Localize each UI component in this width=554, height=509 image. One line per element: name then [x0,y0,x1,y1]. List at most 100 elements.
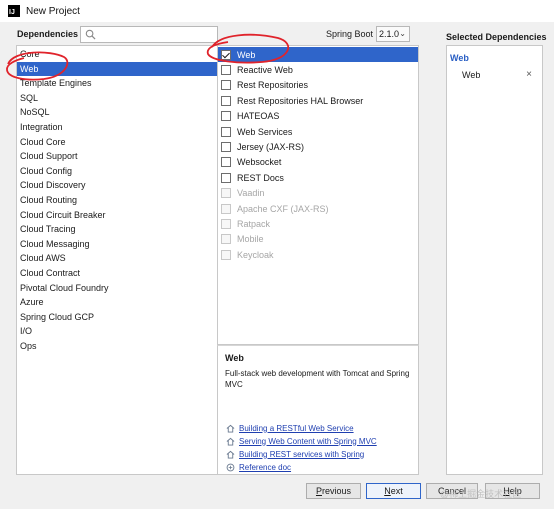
dependency-item[interactable]: Websocket [218,155,418,170]
previous-button-label: Previous [315,486,352,496]
watermark: @稀土掘金技术社区 [440,489,522,499]
category-item[interactable]: Spring Cloud GCP [17,310,218,325]
dependency-checkbox[interactable] [221,111,231,122]
category-item[interactable]: Cloud Core [17,135,218,150]
selected-dependency-item: Web [462,70,481,80]
dependency-item[interactable]: Reactive Web [218,62,418,77]
selected-dependencies-title: Selected Dependencies [446,32,547,42]
dependency-label: Web Services [237,126,293,137]
dependency-item: Keycloak [218,247,418,262]
category-list[interactable]: Core Web Template Engines SQL NoSQL Integrati… [16,45,219,475]
dependency-label: Jersey (JAX-RS) [237,142,305,153]
dependency-checkbox [221,219,231,230]
guide-link-row[interactable]: Building REST services with Spring [226,448,364,460]
category-item[interactable]: Core [17,47,218,62]
dependency-item[interactable]: REST Docs [218,170,418,185]
guide-icon [226,437,235,446]
category-item[interactable]: I/O [17,324,218,339]
title-bar: IJ New Project [0,0,554,22]
guide-link[interactable]: Serving Web Content with Spring MVC [239,437,377,446]
dependency-checkbox[interactable] [221,172,231,183]
dependency-label: Rest Repositories [237,80,309,91]
guide-link-row[interactable]: Serving Web Content with Spring MVC [226,435,377,447]
dependency-checkbox[interactable] [221,80,231,91]
category-item[interactable]: Cloud Discovery [17,178,218,193]
category-item[interactable]: Cloud Circuit Breaker [17,208,218,223]
dependency-label: Web [237,49,256,60]
category-item[interactable]: Ops [17,339,218,354]
dependency-item: Vaadin [218,186,418,201]
dependency-checkbox[interactable] [221,65,231,76]
category-item[interactable]: Cloud Config [17,164,218,179]
reference-link-row[interactable]: Reference doc [226,461,291,473]
description-text: Full-stack web development with Tomcat a… [225,369,410,389]
dependency-label: Vaadin [237,188,265,199]
category-item[interactable]: SQL [17,91,218,106]
dependency-label: Apache CXF (JAX-RS) [237,203,329,214]
category-item[interactable]: Cloud Tracing [17,222,218,237]
search-input[interactable] [80,26,218,43]
spring-boot-version-select[interactable]: 2.1.0 ⌄ [376,26,410,42]
category-item[interactable]: Cloud Support [17,149,218,164]
dependency-item[interactable]: Web [218,47,418,63]
previous-button[interactable]: Previous [306,483,361,499]
reference-link[interactable]: Reference doc [239,463,291,472]
dependency-item: Mobile [218,232,418,247]
guide-link-row[interactable]: Building a RESTful Web Service [226,422,354,434]
category-item[interactable]: NoSQL [17,105,218,120]
window-title: New Project [26,5,80,17]
dependency-item[interactable]: Rest Repositories [218,78,418,93]
selected-group-title: Web [450,53,469,63]
guide-link[interactable]: Building REST services with Spring [239,450,364,459]
dependency-checkbox [221,249,231,260]
category-item[interactable]: Azure [17,295,218,310]
next-button-label: Next [384,486,403,496]
dependency-label: Ratpack [237,219,271,230]
intellij-logo-icon: IJ [8,5,20,17]
dependency-item[interactable]: HATEOAS [218,109,418,124]
category-item[interactable]: Web [17,61,218,77]
dependency-label: Websocket [237,157,282,168]
category-item[interactable]: Cloud Messaging [17,237,218,252]
next-button[interactable]: Next [366,483,421,499]
spring-boot-version-value: 2.1.0 [379,29,400,39]
dependency-list[interactable]: Web Reactive Web Rest Repositories Rest Rep… [217,45,419,345]
dependency-checkbox[interactable] [221,49,231,60]
dependency-label: Mobile [237,234,264,245]
dependency-item[interactable]: Jersey (JAX-RS) [218,139,418,154]
description-title: Web [225,353,244,363]
category-item[interactable]: Cloud Routing [17,193,218,208]
dependency-label: Rest Repositories HAL Browser [237,95,364,106]
reference-icon [226,463,235,471]
description-panel: Web Full-stack web development with Tomc… [217,345,419,475]
category-item[interactable]: Integration [17,120,218,135]
category-item[interactable]: Template Engines [17,76,218,91]
guide-link[interactable]: Building a RESTful Web Service [239,424,354,433]
dependency-item[interactable]: Rest Repositories HAL Browser [218,93,418,108]
guide-icon [226,450,235,459]
dependency-item: Ratpack [218,216,418,231]
spring-boot-label: Spring Boot [326,29,374,39]
remove-dependency-icon[interactable]: × [526,69,532,80]
dependency-item[interactable]: Web Services [218,124,418,139]
chevron-down-icon: ⌄ [399,29,406,38]
selected-dependencies-panel: Web Web × [446,45,543,475]
dependency-label: Keycloak [237,249,274,260]
dependency-item: Apache CXF (JAX-RS) [218,201,418,216]
dependency-checkbox [221,188,231,199]
dependency-label: REST Docs [237,172,284,183]
dependency-label: Reactive Web [237,65,293,76]
dependency-checkbox[interactable] [221,142,231,153]
category-item[interactable]: Cloud AWS [17,251,218,266]
dependency-checkbox[interactable] [221,95,231,106]
dependency-checkbox[interactable] [221,126,231,137]
new-project-dialog: IJ New Project Dependencies Spring Boot … [0,0,554,509]
dependency-checkbox [221,203,231,214]
search-icon [85,29,96,40]
category-item[interactable]: Cloud Contract [17,266,218,281]
dependencies-label: Dependencies [17,29,79,39]
category-item[interactable]: Pivotal Cloud Foundry [17,281,218,296]
dependency-checkbox [221,234,231,245]
dependency-label: HATEOAS [237,111,280,122]
dependency-checkbox[interactable] [221,157,231,168]
